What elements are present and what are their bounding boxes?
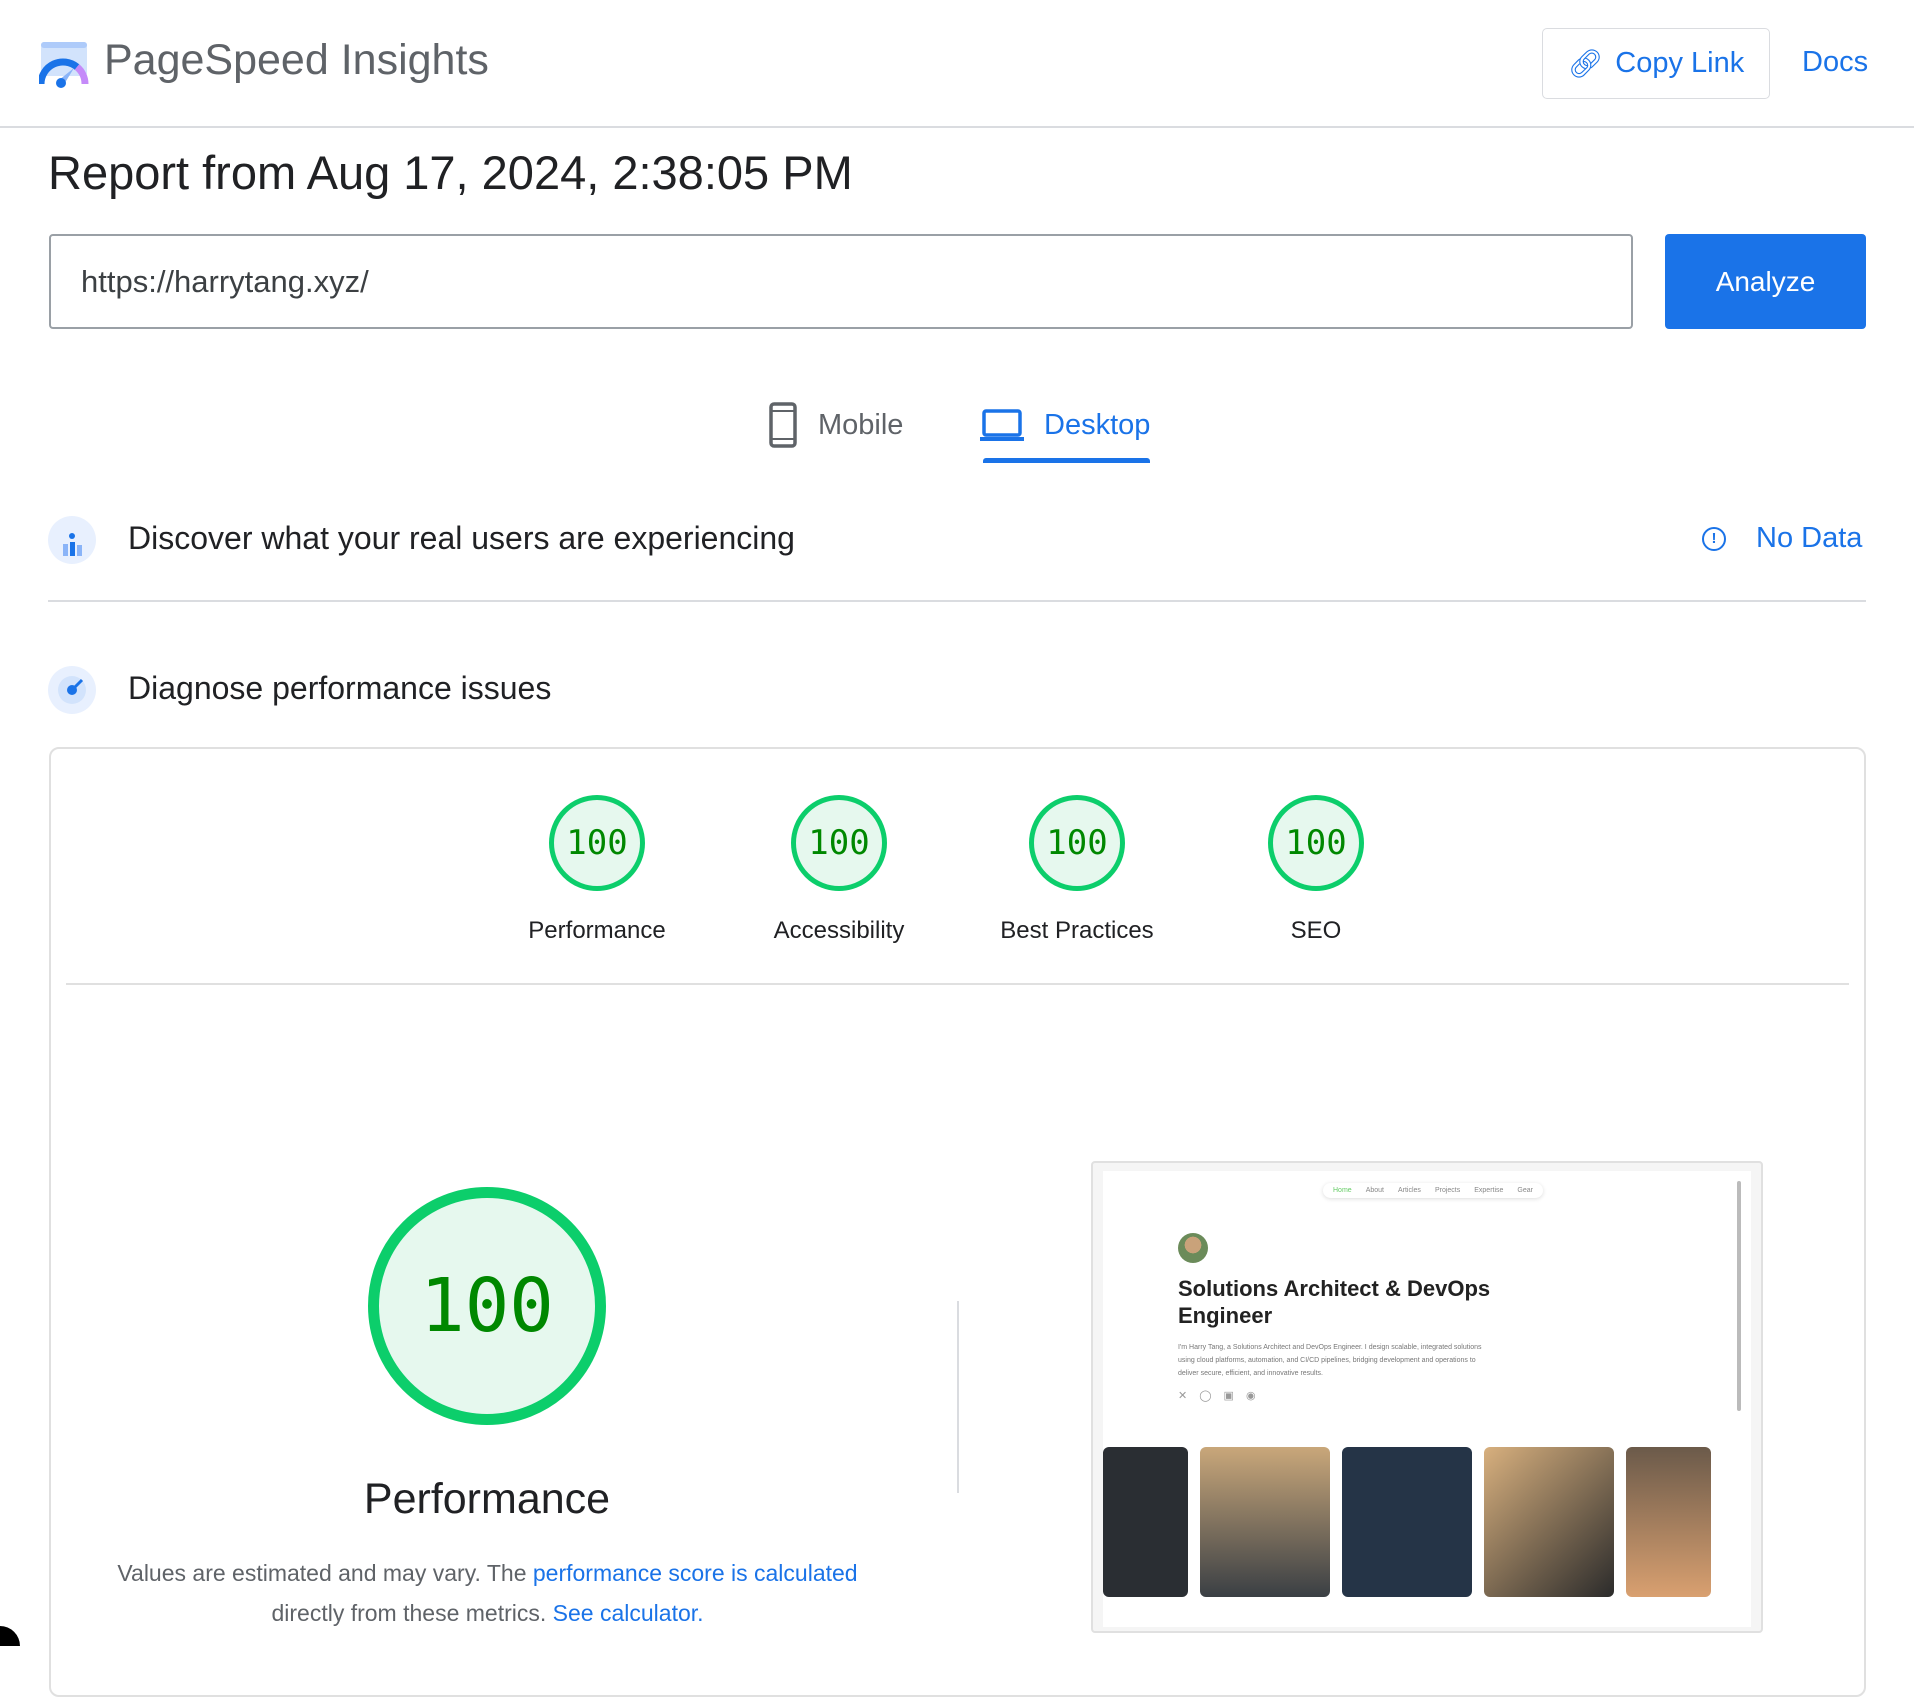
analyze-button[interactable]: Analyze [1665, 234, 1866, 329]
divider [957, 1301, 959, 1493]
screenshot-image [1342, 1447, 1472, 1597]
nav-item: Gear [1517, 1187, 1533, 1194]
x-icon: ✕ [1178, 1390, 1188, 1402]
final-screenshot: Home About Articles Projects Expertise G… [1091, 1161, 1763, 1633]
screenshot-page: Home About Articles Projects Expertise G… [1103, 1171, 1751, 1627]
seo-gauge-label: SEO [1290, 917, 1342, 944]
performance-gauge[interactable]: 100 [549, 795, 645, 891]
screenshot-avatar [1178, 1233, 1208, 1263]
copy-link-label: Copy Link [1615, 47, 1745, 79]
nav-item: About [1365, 1187, 1384, 1194]
nav-item: Articles [1397, 1187, 1421, 1194]
report-title: Report from Aug 17, 2024, 2:38:05 PM [48, 146, 853, 199]
performance-gauge-label: Performance [528, 917, 666, 944]
performance-score-gauge: 100 [368, 1187, 606, 1425]
screenshot-nav: Home About Articles Projects Expertise G… [1323, 1183, 1543, 1198]
screenshot-scrollbar [1737, 1181, 1741, 1411]
pagespeed-logo-icon [39, 42, 89, 88]
accessibility-gauge-label: Accessibility [773, 917, 905, 944]
screenshot-image [1200, 1447, 1330, 1597]
laptop-icon [980, 409, 1024, 441]
active-tab-indicator [983, 458, 1150, 463]
linkedin-icon: ▣ [1223, 1390, 1234, 1402]
screenshot-image [1484, 1447, 1614, 1597]
app-title: PageSpeed Insights [104, 36, 489, 84]
desc-text: Values are estimated and may vary. The [117, 1560, 533, 1586]
screenshot-social-icons: ✕ ◯ ▣ ◉ [1178, 1389, 1256, 1402]
github-icon: ◯ [1199, 1390, 1212, 1402]
nav-item: Projects [1434, 1187, 1461, 1194]
divider [66, 983, 1849, 985]
link-icon: 🔗︎ [1567, 48, 1604, 79]
header: PageSpeed Insights 🔗︎ Copy Link Docs [0, 0, 1914, 128]
tab-desktop-label: Desktop [1044, 408, 1151, 441]
url-input[interactable] [49, 234, 1633, 329]
tab-mobile[interactable]: Mobile [768, 390, 903, 460]
screenshot-title: Solutions Architect & DevOps Engineer [1178, 1276, 1491, 1328]
facebook-icon: ◉ [1245, 1390, 1256, 1402]
real-users-icon [48, 516, 96, 564]
field-data-title: Discover what your real users are experi… [128, 520, 795, 556]
best-practices-gauge-label: Best Practices [1000, 917, 1154, 944]
see-calculator-link[interactable]: See calculator. [553, 1600, 704, 1626]
no-data-status[interactable]: ! No Data [1702, 522, 1862, 555]
nav-item: Expertise [1474, 1187, 1504, 1194]
tab-desktop[interactable]: Desktop [980, 390, 1150, 460]
screenshot-text: I'm Harry Tang, a Solutions Architect an… [1178, 1344, 1482, 1377]
screenshot-images [1103, 1447, 1711, 1597]
performance-score-label: Performance [363, 1475, 611, 1523]
screenshot-image [1103, 1447, 1188, 1597]
copy-link-button[interactable]: 🔗︎ Copy Link [1542, 28, 1770, 99]
nav-item: Home [1333, 1187, 1352, 1194]
docs-link[interactable]: Docs [1802, 46, 1868, 79]
lab-data-title: Diagnose performance issues [128, 670, 552, 706]
accessibility-gauge[interactable]: 100 [791, 795, 887, 891]
diagnose-icon [48, 666, 96, 714]
info-icon: ! [1702, 526, 1726, 551]
window-corner [0, 1626, 20, 1646]
no-data-label: No Data [1756, 522, 1863, 554]
best-practices-gauge[interactable]: 100 [1029, 795, 1125, 891]
tab-mobile-label: Mobile [818, 408, 904, 441]
divider [48, 600, 1866, 602]
mobile-icon [769, 402, 797, 448]
screenshot-image [1626, 1447, 1711, 1597]
score-description: Values are estimated and may vary. The p… [70, 1553, 905, 1633]
desc-text: directly from these metrics. [271, 1600, 553, 1626]
seo-gauge[interactable]: 100 [1268, 795, 1364, 891]
score-calculation-link[interactable]: performance score is calculated [533, 1560, 858, 1586]
